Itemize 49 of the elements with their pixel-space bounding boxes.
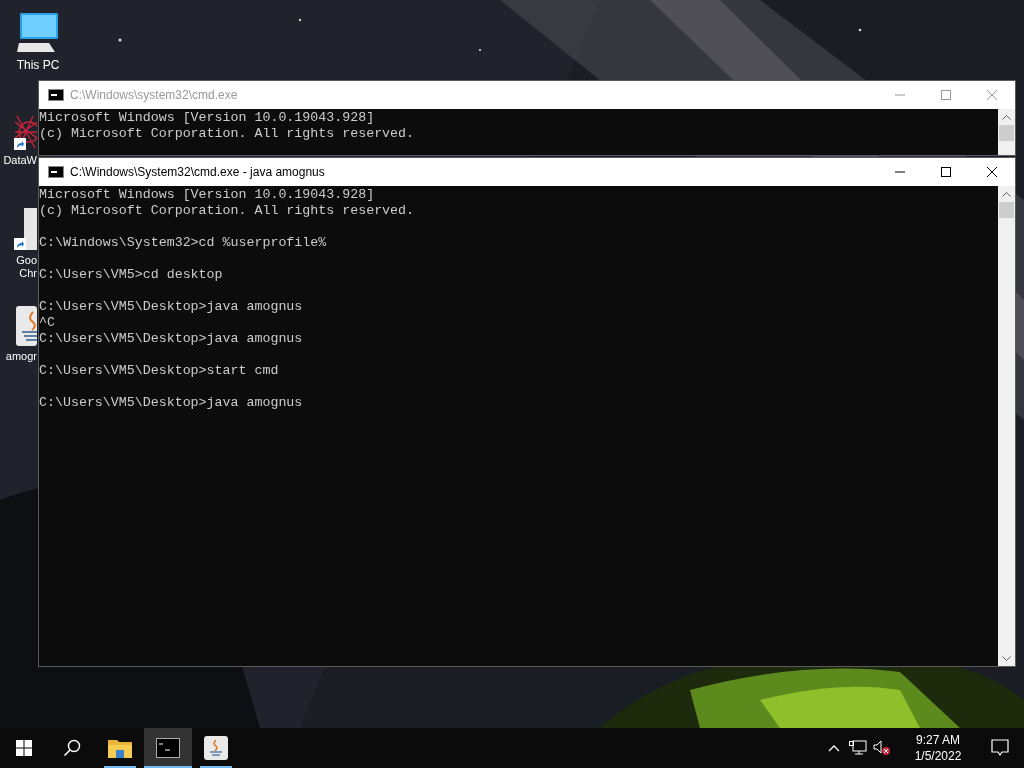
java-icon bbox=[204, 736, 228, 760]
terminal-icon bbox=[156, 738, 180, 758]
icon-label[interactable]: amogr bbox=[5, 350, 38, 363]
clock[interactable]: 9:27 AM 1/5/2022 bbox=[902, 728, 974, 768]
terminal-taskbar-button[interactable] bbox=[144, 728, 192, 768]
blank-document-icon bbox=[24, 208, 37, 250]
console-line: C:\Users\VM5\Desktop>start cmd bbox=[39, 363, 280, 379]
cmd-icon bbox=[48, 166, 64, 178]
scrollbar[interactable] bbox=[998, 186, 1015, 666]
console-line: C:\Users\VM5\Desktop>java amognus bbox=[39, 395, 304, 411]
scroll-thumb[interactable] bbox=[999, 125, 1014, 141]
icon-label[interactable]: Goo Chr bbox=[16, 254, 38, 280]
close-icon bbox=[987, 167, 997, 177]
computer-icon bbox=[15, 12, 61, 54]
window-title: C:\Windows\system32\cmd.exe bbox=[70, 87, 238, 104]
network-icon bbox=[849, 740, 867, 756]
scroll-down-icon bbox=[1002, 655, 1011, 661]
scrollbar[interactable] bbox=[998, 109, 1015, 155]
console-line: (c) Microsoft Corporation. All rights reserved. bbox=[39, 203, 416, 219]
window-title: C:\Windows\System32\cmd.exe - java amognus bbox=[70, 164, 325, 181]
scroll-up-icon bbox=[1002, 114, 1011, 120]
minimize-icon bbox=[895, 171, 905, 173]
console-line: C:\Users\VM5>cd desktop bbox=[39, 267, 224, 283]
speech-bubble-icon bbox=[991, 739, 1009, 757]
clock-date: 1/5/2022 bbox=[914, 748, 962, 764]
console-line: ^C bbox=[39, 315, 56, 331]
console-line: C:\Windows\System32>cd %userprofile% bbox=[39, 235, 328, 251]
console-line: C:\Users\VM5\Desktop>java amognus bbox=[39, 331, 304, 347]
scroll-up-icon bbox=[1002, 191, 1011, 197]
scroll-thumb[interactable] bbox=[999, 202, 1014, 218]
console-line: Microsoft Windows [Version 10.0.19043.928] bbox=[39, 110, 376, 126]
network-graph-icon bbox=[15, 114, 37, 150]
folder-icon bbox=[108, 738, 132, 758]
icon-label[interactable]: This PC bbox=[16, 58, 60, 72]
chevron-up-icon bbox=[828, 744, 840, 752]
close-icon bbox=[987, 90, 997, 100]
console-line: Microsoft Windows [Version 10.0.19043.928] bbox=[39, 187, 376, 203]
maximize-icon bbox=[941, 167, 951, 177]
windows-logo-icon bbox=[16, 740, 32, 756]
muted-speaker-icon bbox=[873, 740, 891, 756]
java-icon bbox=[16, 306, 37, 346]
cmd-icon bbox=[48, 89, 64, 101]
maximize-icon bbox=[941, 90, 951, 100]
minimize-icon bbox=[895, 94, 905, 96]
clock-time: 9:27 AM bbox=[916, 732, 960, 748]
icon-label[interactable]: DataW bbox=[3, 154, 38, 167]
console-line: (c) Microsoft Corporation. All rights reserved. bbox=[39, 126, 416, 142]
console-line: C:\Users\VM5\Desktop>java amognus bbox=[39, 299, 304, 315]
search-icon bbox=[63, 739, 81, 757]
